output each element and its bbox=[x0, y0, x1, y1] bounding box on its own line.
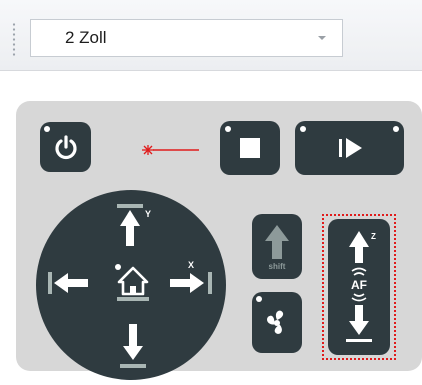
y-axis-label: Y bbox=[145, 209, 151, 219]
toolbar-grip[interactable] bbox=[12, 22, 16, 58]
autofocus-icon: Z AF bbox=[346, 231, 376, 342]
stop-button[interactable] bbox=[220, 121, 280, 175]
power-button[interactable] bbox=[40, 122, 91, 172]
af-label: AF bbox=[351, 278, 367, 292]
play-button[interactable] bbox=[295, 121, 404, 175]
chevron-down-icon bbox=[318, 36, 326, 40]
power-icon bbox=[54, 135, 77, 160]
autofocus-button[interactable]: Z AF bbox=[328, 219, 390, 355]
shift-up-icon: shift bbox=[265, 224, 289, 271]
arrow-down-icon[interactable] bbox=[117, 320, 149, 372]
z-axis-label: Z bbox=[371, 232, 376, 241]
unit-dropdown-value: 2 Zoll bbox=[65, 28, 107, 47]
play-icon bbox=[338, 138, 362, 158]
fan-icon bbox=[267, 310, 284, 334]
arrow-left-icon[interactable] bbox=[46, 268, 96, 298]
indicator-dot bbox=[300, 126, 306, 132]
x-axis-label: X bbox=[188, 260, 194, 270]
shift-label: shift bbox=[269, 262, 286, 271]
indicator-dot bbox=[256, 296, 262, 302]
laser-pointer-icon bbox=[142, 145, 199, 155]
arrow-up-icon[interactable]: Y bbox=[114, 202, 154, 252]
direction-pad: Y X bbox=[36, 190, 226, 380]
stop-icon bbox=[240, 138, 260, 158]
unit-dropdown[interactable]: 2 Zoll bbox=[30, 19, 343, 57]
fan-button[interactable] bbox=[252, 292, 302, 353]
dropdown-arrow-button[interactable] bbox=[302, 20, 342, 56]
indicator-dot bbox=[44, 126, 50, 132]
indicator-dot bbox=[225, 126, 231, 132]
arrow-right-icon[interactable]: X bbox=[164, 258, 218, 298]
shift-up-button[interactable]: shift bbox=[252, 214, 302, 279]
home-icon[interactable] bbox=[111, 260, 155, 304]
toolbar: 2 Zoll bbox=[0, 0, 422, 71]
indicator-dot bbox=[393, 126, 399, 132]
control-panel: Y X shift Z AF bbox=[16, 101, 422, 380]
